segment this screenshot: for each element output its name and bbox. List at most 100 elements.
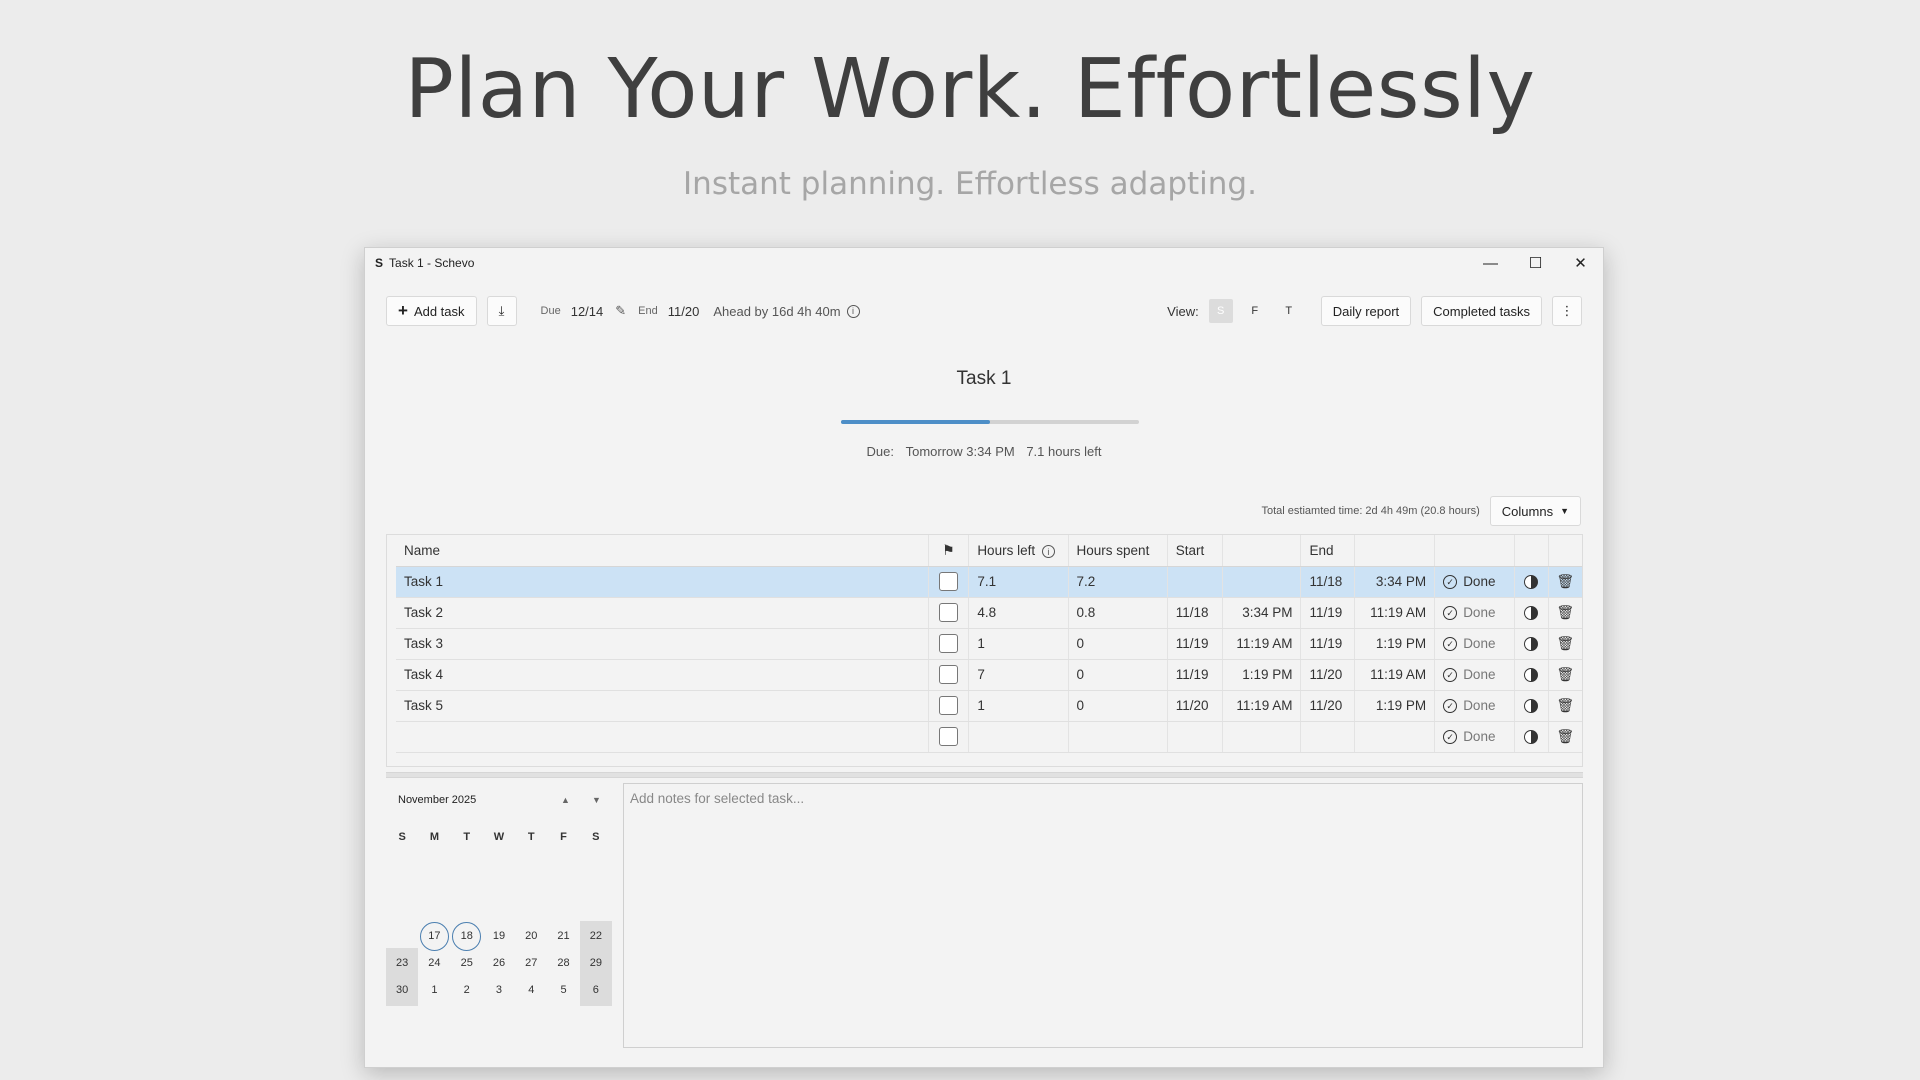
- progress-icon[interactable]: [1514, 721, 1549, 753]
- task-name[interactable]: Task 4: [396, 659, 929, 691]
- half-circle-icon[interactable]: [1524, 606, 1539, 621]
- end-date[interactable]: 11/19: [1300, 628, 1356, 660]
- end-date[interactable]: 11/20: [1300, 659, 1356, 691]
- start-date[interactable]: [1167, 566, 1223, 598]
- start-time[interactable]: [1222, 566, 1302, 598]
- hours-spent[interactable]: 7.2: [1068, 566, 1168, 598]
- trash-icon[interactable]: 🗑: [1556, 635, 1574, 651]
- add-task-button[interactable]: + Add task: [386, 296, 477, 326]
- done-button[interactable]: ✓ Done: [1434, 721, 1515, 753]
- calendar-day[interactable]: 30: [386, 975, 419, 1006]
- task-name[interactable]: Task 3: [396, 628, 929, 660]
- start-time[interactable]: [1222, 721, 1302, 753]
- column-header-hours-spent[interactable]: Hours spent: [1068, 535, 1168, 567]
- more-menu-button[interactable]: ⋮: [1552, 296, 1582, 326]
- calendar-day[interactable]: 4: [515, 975, 547, 1006]
- edit-pencil-icon[interactable]: ✎: [615, 303, 626, 319]
- start-time[interactable]: 11:19 AM: [1222, 628, 1302, 660]
- calendar-next-icon[interactable]: ▼: [581, 795, 612, 805]
- hours-left[interactable]: 7: [968, 659, 1069, 691]
- flag-checkbox[interactable]: [928, 721, 970, 753]
- trash-icon[interactable]: 🗑: [1556, 573, 1574, 589]
- calendar-prev-icon[interactable]: ▲: [550, 795, 581, 805]
- trash-icon[interactable]: 🗑: [1556, 728, 1574, 744]
- flag-checkbox-box[interactable]: [938, 572, 958, 591]
- half-circle-icon[interactable]: [1524, 575, 1539, 590]
- table-row[interactable]: Task 1 7.1 7.2 11/18 3:34 PM ✓ Done 🗑: [396, 566, 1582, 598]
- flag-checkbox-box[interactable]: [938, 603, 958, 622]
- hours-spent[interactable]: 0: [1068, 659, 1168, 691]
- task-name[interactable]: [396, 721, 929, 753]
- hours-spent[interactable]: 0: [1068, 628, 1168, 660]
- info-icon[interactable]: i: [846, 304, 860, 318]
- view-option-f[interactable]: F: [1243, 299, 1267, 323]
- calendar-day[interactable]: 6: [579, 975, 612, 1006]
- delete-icon[interactable]: 🗑: [1548, 628, 1582, 660]
- calendar-day[interactable]: 5: [547, 975, 579, 1006]
- start-time[interactable]: 11:19 AM: [1222, 690, 1302, 722]
- end-time[interactable]: 11:19 AM: [1354, 597, 1436, 629]
- close-icon[interactable]: ✕: [1558, 248, 1603, 278]
- completed-tasks-button[interactable]: Completed tasks: [1421, 296, 1542, 326]
- delete-icon[interactable]: 🗑: [1548, 566, 1582, 598]
- flag-checkbox[interactable]: [928, 659, 970, 691]
- done-button[interactable]: ✓ Done: [1434, 597, 1515, 629]
- trash-icon[interactable]: 🗑: [1556, 697, 1574, 713]
- view-option-t[interactable]: T: [1277, 299, 1301, 323]
- start-time[interactable]: 1:19 PM: [1222, 659, 1302, 691]
- flag-checkbox[interactable]: [928, 597, 970, 629]
- start-date[interactable]: 11/20: [1167, 690, 1223, 722]
- calendar-month[interactable]: November 2025: [398, 794, 476, 806]
- column-header-name[interactable]: Name: [396, 535, 929, 567]
- flag-checkbox[interactable]: [928, 690, 970, 722]
- calendar-day[interactable]: 3: [483, 975, 515, 1006]
- minimize-icon[interactable]: —: [1468, 248, 1513, 278]
- table-row[interactable]: Task 5 1 0 11/20 11:19 AM 11/20 1:19 PM ✓ Done 🗑: [396, 690, 1582, 722]
- flag-checkbox-box[interactable]: [938, 727, 958, 746]
- flag-checkbox-box[interactable]: [938, 696, 958, 715]
- progress-icon[interactable]: [1514, 659, 1549, 691]
- table-row[interactable]: Task 3 1 0 11/19 11:19 AM 11/19 1:19 PM ✓ Done 🗑: [396, 628, 1582, 660]
- progress-icon[interactable]: [1514, 690, 1549, 722]
- flag-checkbox-box[interactable]: [938, 634, 958, 653]
- trash-icon[interactable]: 🗑: [1556, 666, 1574, 682]
- flag-checkbox-box[interactable]: [938, 665, 958, 684]
- task-name[interactable]: Task 1: [396, 566, 929, 598]
- end-time[interactable]: 3:34 PM: [1354, 566, 1436, 598]
- trash-icon[interactable]: 🗑: [1556, 604, 1574, 620]
- table-row[interactable]: ✓ Done 🗑: [396, 721, 1582, 753]
- end-date[interactable]: 11/19: [1300, 597, 1356, 629]
- flag-icon[interactable]: ⚑: [928, 535, 970, 567]
- hours-left[interactable]: 1: [968, 690, 1069, 722]
- start-time[interactable]: 3:34 PM: [1222, 597, 1302, 629]
- notes-input[interactable]: Add notes for selected task...: [623, 783, 1583, 1048]
- column-header-hours-left[interactable]: Hours left i: [968, 535, 1069, 567]
- view-option-s[interactable]: S: [1208, 299, 1233, 323]
- delete-icon[interactable]: 🗑: [1548, 690, 1582, 722]
- delete-icon[interactable]: 🗑: [1548, 721, 1582, 753]
- column-header-end[interactable]: End: [1300, 535, 1356, 567]
- end-date[interactable]: 11/18: [1300, 566, 1356, 598]
- start-date[interactable]: 11/18: [1167, 597, 1223, 629]
- flag-checkbox[interactable]: [928, 628, 970, 660]
- columns-button[interactable]: Columns ▼: [1489, 496, 1581, 526]
- hours-spent[interactable]: [1068, 721, 1168, 753]
- delete-icon[interactable]: 🗑: [1548, 659, 1582, 691]
- start-date[interactable]: [1167, 721, 1223, 753]
- hours-left[interactable]: 1: [968, 628, 1069, 660]
- download-button[interactable]: ⤓: [486, 296, 517, 326]
- hours-left[interactable]: 7.1: [968, 566, 1069, 598]
- hours-left[interactable]: [968, 721, 1069, 753]
- flag-checkbox[interactable]: [928, 566, 970, 598]
- end-time[interactable]: 11:19 AM: [1354, 659, 1436, 691]
- progress-icon[interactable]: [1514, 566, 1549, 598]
- table-row[interactable]: Task 4 7 0 11/19 1:19 PM 11/20 11:19 AM ✓ Done 🗑: [396, 659, 1582, 691]
- end-time[interactable]: [1354, 721, 1436, 753]
- progress-icon[interactable]: [1514, 628, 1549, 660]
- delete-icon[interactable]: 🗑: [1548, 597, 1582, 629]
- table-row[interactable]: Task 2 4.8 0.8 11/18 3:34 PM 11/19 11:19 AM ✓ Do…: [396, 597, 1582, 629]
- start-date[interactable]: 11/19: [1167, 659, 1223, 691]
- done-button[interactable]: ✓ Done: [1434, 690, 1515, 722]
- done-button[interactable]: ✓ Done: [1434, 566, 1515, 598]
- done-button[interactable]: ✓ Done: [1434, 659, 1515, 691]
